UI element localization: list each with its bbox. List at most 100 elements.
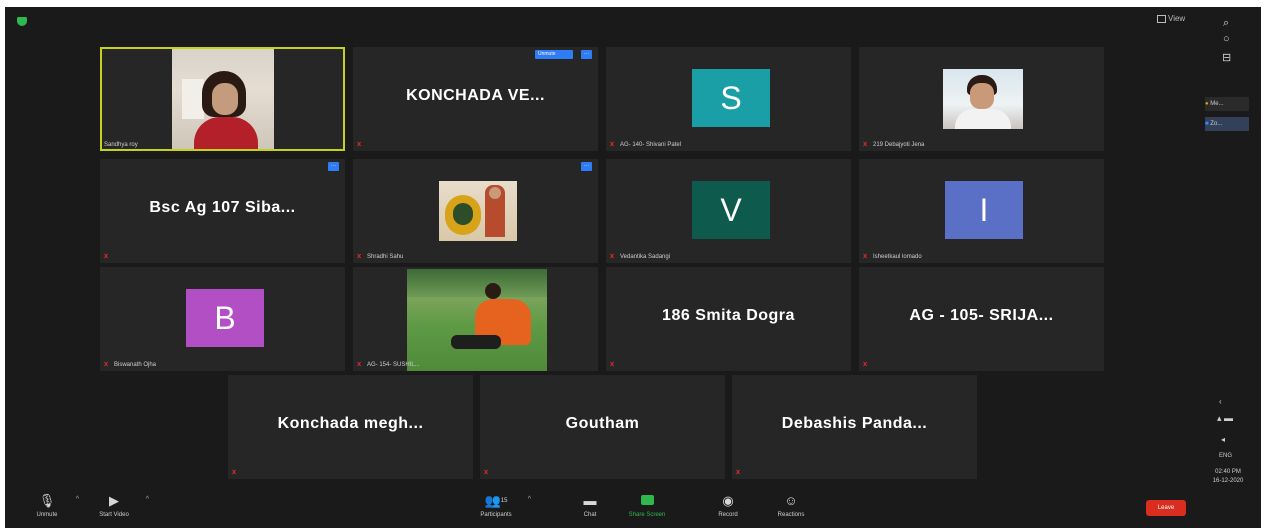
muted-mic-icon: ⅹ [610, 361, 615, 368]
avatar: S [692, 69, 770, 127]
language-indicator[interactable]: ENG [1219, 453, 1232, 459]
chat-icon: ▬ [583, 493, 597, 508]
participant-tile[interactable]: Goutham ⅹ [480, 375, 725, 479]
participant-tile[interactable]: Konchada megh... ⅹ [228, 375, 473, 479]
muted-mic-icon: ⅹ [104, 253, 109, 260]
participants-button[interactable]: 👥15 Participants ^ [473, 494, 531, 519]
participant-tile[interactable]: ··· ⅹ Shradhi Sahu [353, 159, 598, 263]
participant-name-label: ⅹ Shradhi Sahu [357, 253, 404, 260]
taskbar-app-meeting[interactable]: ● Me... [1205, 97, 1249, 111]
task-view-icon[interactable]: ⊟ [1222, 51, 1231, 64]
taskbar-clock[interactable]: 02:40 PM 16-12-2020 [1203, 468, 1253, 486]
microphone-muted-icon: 🎙 [38, 493, 56, 508]
unmute-button[interactable]: 🎙 Unmute ^ [27, 493, 79, 519]
participant-name-label: ⅹ [104, 253, 114, 260]
record-button[interactable]: ◉ Record [713, 493, 743, 519]
participant-tile[interactable]: AG - 105- SRIJA... ⅹ [859, 267, 1104, 371]
security-shield-icon[interactable] [17, 17, 27, 26]
muted-mic-icon: ⅹ [357, 361, 362, 368]
muted-mic-icon: ⅹ [863, 253, 868, 260]
view-button[interactable]: View [1157, 14, 1185, 23]
profile-photo [407, 269, 547, 371]
participant-tile[interactable]: ··· Bsc Ag 107 Siba... ⅹ [100, 159, 345, 263]
participants-count: 15 [500, 498, 508, 504]
participant-name-label: ⅹ Biswanath Ojha [104, 361, 157, 368]
muted-mic-icon: ⅹ [610, 253, 615, 260]
network-icon[interactable]: ▴ ▬ [1217, 413, 1233, 424]
app-icon: ● [1205, 101, 1209, 107]
avatar: B [186, 289, 264, 347]
participant-name-label: ⅹ [232, 469, 242, 476]
unmute-badge[interactable]: Unmute [535, 50, 573, 59]
profile-photo [439, 181, 517, 241]
participant-tile[interactable]: ⅹ AG- 154- SUSHIL... [353, 267, 598, 371]
chevron-up-icon[interactable]: ‹ [1219, 397, 1222, 406]
reactions-icon: ☺ [784, 493, 798, 508]
participant-name-label: ⅹ [863, 361, 873, 368]
cortana-circle-icon[interactable]: ○ [1223, 33, 1230, 45]
participant-name-label: ⅹ AG- 140- Shivani Patel [610, 141, 682, 148]
more-options-badge[interactable]: ··· [581, 162, 592, 171]
participant-tile[interactable]: Sandhya roy [100, 47, 345, 151]
participant-name: Bsc Ag 107 Siba... [149, 199, 296, 216]
participant-tile[interactable]: B ⅹ Biswanath Ojha [100, 267, 345, 371]
participant-name-label: ⅹ Isheetkaul lomado [863, 253, 922, 260]
share-screen-button[interactable]: Share Screen [627, 494, 667, 518]
participant-name: AG - 105- SRIJA... [909, 307, 1054, 324]
muted-mic-icon: ⅹ [610, 141, 615, 148]
participant-name: Konchada megh... [277, 415, 424, 432]
share-screen-icon [627, 494, 667, 508]
leave-button[interactable]: Leave [1146, 500, 1186, 516]
muted-mic-icon: ⅹ [736, 469, 741, 476]
participant-tile[interactable]: I ⅹ Isheetkaul lomado [859, 159, 1104, 263]
view-label: View [1168, 14, 1186, 23]
participant-name-label: Sandhya roy [104, 142, 138, 148]
zoom-meeting-window: View Sandhya roy Unmute ··· KONCHADA VE.… [5, 7, 1261, 528]
participant-name-label: ⅹ [736, 469, 746, 476]
muted-mic-icon: ⅹ [357, 253, 362, 260]
profile-photo [943, 69, 1023, 129]
participant-tile[interactable]: Debashis Panda... ⅹ [732, 375, 977, 479]
avatar: I [945, 181, 1023, 239]
muted-mic-icon: ⅹ [232, 469, 237, 476]
participant-name-label: ⅹ Vedantika Sadangi [610, 253, 671, 260]
muted-mic-icon: ⅹ [863, 141, 868, 148]
reactions-button[interactable]: ☺ Reactions [771, 493, 811, 519]
zoom-app-icon: ■ [1205, 121, 1209, 127]
muted-mic-icon: ⅹ [104, 361, 109, 368]
start-video-button[interactable]: ▶ Start Video ^ [91, 493, 149, 519]
muted-mic-icon: ⅹ [357, 141, 362, 148]
muted-mic-icon: ⅹ [484, 469, 489, 476]
clock-date: 16-12-2020 [1212, 478, 1244, 484]
video-camera-off-icon: ▶ [109, 493, 119, 508]
participant-name-label: ⅹ 219 Debajyoti Jena [863, 141, 925, 148]
participant-name: Debashis Panda... [781, 415, 928, 432]
participant-tile[interactable]: V ⅹ Vedantika Sadangi [606, 159, 851, 263]
search-icon[interactable]: ⌕ [1223, 17, 1229, 30]
grid-icon [1157, 14, 1166, 23]
participant-tile[interactable]: ⅹ 219 Debajyoti Jena [859, 47, 1104, 151]
chevron-up-icon[interactable]: ^ [146, 496, 149, 503]
participant-name-label: ⅹ [484, 469, 494, 476]
meeting-toolbar: 🎙 Unmute ^ ▶ Start Video ^ 👥15 Participa… [5, 488, 1261, 528]
participant-tile[interactable]: Unmute ··· KONCHADA VE... ⅹ [353, 47, 598, 151]
participant-tile[interactable]: S ⅹ AG- 140- Shivani Patel [606, 47, 851, 151]
more-options-badge[interactable]: ··· [581, 50, 592, 59]
more-options-badge[interactable]: ··· [328, 162, 339, 171]
chevron-up-icon[interactable]: ^ [76, 496, 79, 503]
participant-name: Goutham [565, 415, 640, 432]
clock-time: 02:40 PM [1215, 469, 1241, 475]
chat-button[interactable]: ▬ Chat [575, 493, 605, 519]
participant-tile[interactable]: 186 Smita Dogra ⅹ [606, 267, 851, 371]
participant-name-label: ⅹ AG- 154- SUSHIL... [357, 361, 420, 368]
participant-name: KONCHADA VE... [406, 87, 545, 104]
record-icon: ◉ [722, 493, 734, 508]
participant-name-label: ⅹ [610, 361, 620, 368]
avatar: V [692, 181, 770, 239]
participant-name: 186 Smita Dogra [662, 307, 795, 324]
participant-name-label: ⅹ [357, 141, 367, 148]
speaker-icon[interactable]: ◂ [1221, 435, 1225, 444]
chevron-up-icon[interactable]: ^ [528, 496, 531, 503]
taskbar-app-zoom[interactable]: ■ Zo... [1205, 117, 1249, 131]
windows-taskbar: ⌕ ○ ⊟ ● Me... ■ Zo... ‹ ▴ ▬ ◂ ENG ▭ [1201, 17, 1253, 517]
